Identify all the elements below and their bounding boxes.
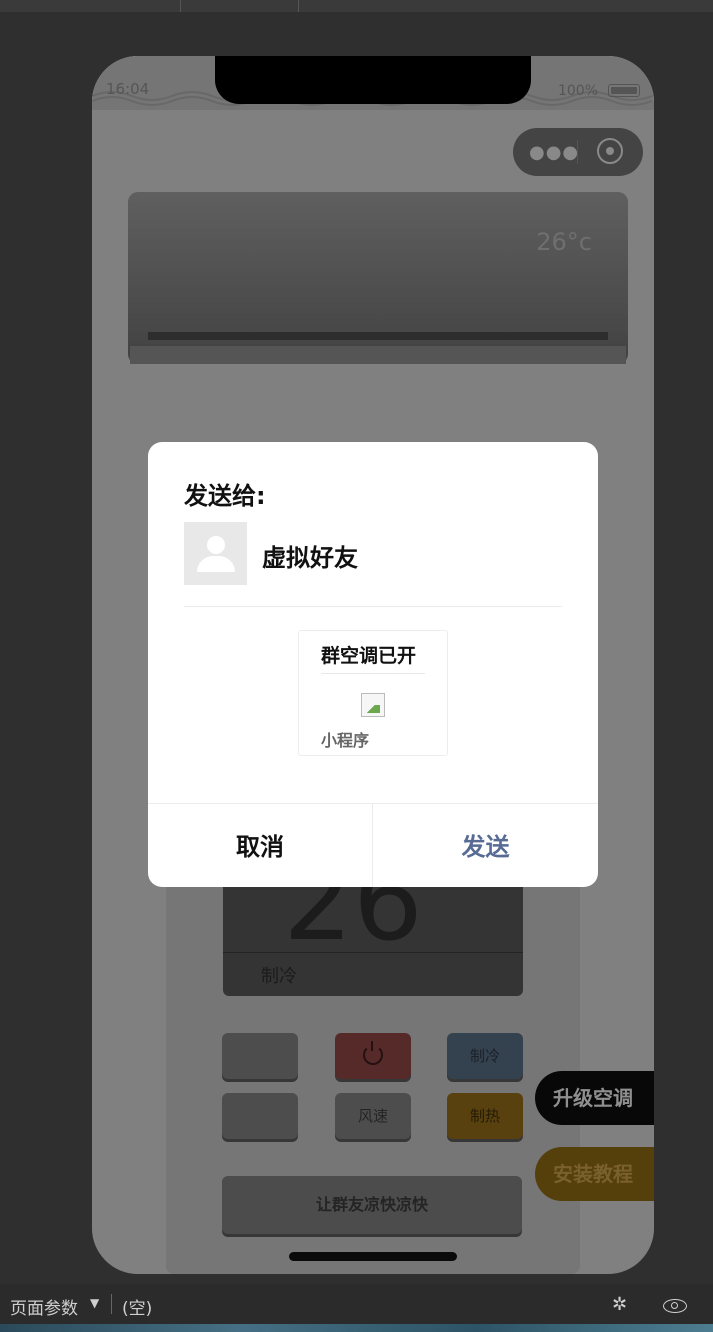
bar-divider [111, 1294, 112, 1314]
avatar [184, 522, 247, 585]
desktop-background-strip [0, 1324, 713, 1332]
toolbar-divider [298, 0, 299, 12]
card-divider [321, 673, 425, 674]
dialog-title: 发送给: [184, 482, 266, 510]
top-toolbar [0, 0, 713, 12]
toolbar-divider [180, 0, 181, 12]
dialog-actions: 取消 发送 [148, 803, 598, 887]
friend-name: 虚拟好友 [262, 544, 358, 572]
page-params-value: (空) [122, 1299, 153, 1319]
avatar-body [197, 556, 235, 572]
devtools-bottom-bar: 页面参数 ▼ (空) ✲ [0, 1284, 713, 1324]
card-footer: 小程序 [321, 731, 370, 750]
avatar-head [207, 536, 225, 554]
broken-image-icon [361, 693, 385, 717]
dialog-divider [184, 606, 562, 607]
page-params-label[interactable]: 页面参数 [10, 1294, 78, 1319]
card-title: 群空调已开 [321, 645, 417, 667]
share-dialog: 发送给: 虚拟好友 群空调已开 小程序 取消 发送 [148, 442, 598, 887]
send-button[interactable]: 发送 [373, 804, 598, 887]
eye-icon[interactable] [663, 1299, 687, 1313]
bug-icon[interactable]: ✲ [612, 1294, 627, 1315]
miniprogram-card: 群空调已开 小程序 [298, 630, 448, 756]
cancel-button[interactable]: 取消 [148, 804, 373, 887]
chevron-down-icon[interactable]: ▼ [90, 1296, 99, 1310]
